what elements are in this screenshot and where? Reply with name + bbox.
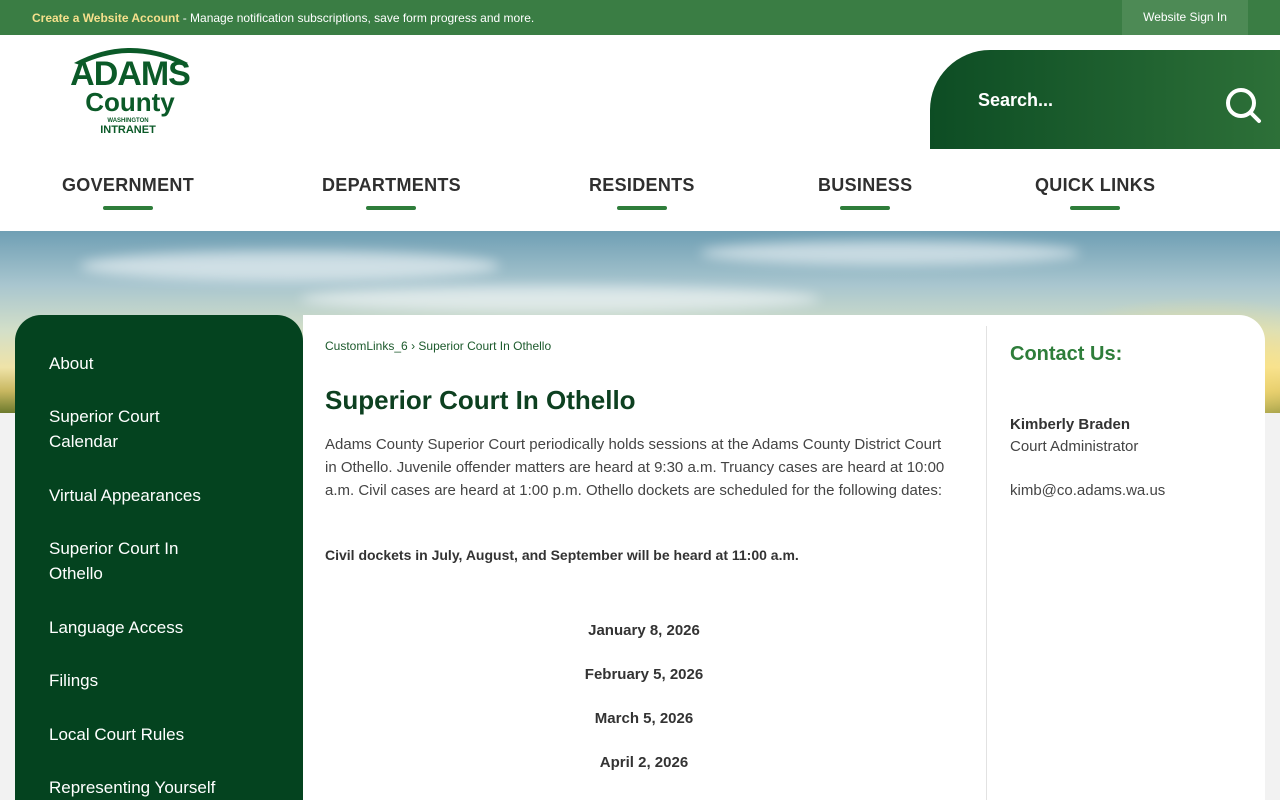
column-divider <box>986 326 987 800</box>
breadcrumb: CustomLinks_6 › Superior Court In Othell… <box>325 339 551 353</box>
nav-quick-links[interactable]: QUICK LINKS <box>1035 175 1155 210</box>
breadcrumb-separator: › <box>411 339 416 353</box>
search-box <box>930 50 1280 149</box>
nav-government[interactable]: GOVERNMENT <box>62 175 194 210</box>
nav-underline <box>1070 206 1121 210</box>
contact-heading: Contact Us: <box>1010 343 1123 365</box>
search-icon[interactable] <box>1224 86 1262 124</box>
search-input[interactable] <box>978 84 1198 116</box>
page-title: Superior Court In Othello <box>325 385 636 415</box>
cloud-streak <box>700 241 1080 265</box>
nav-underline <box>366 206 417 210</box>
sidebar-item-virtual-appearances[interactable]: Virtual Appearances <box>49 483 279 508</box>
nav-label: RESIDENTS <box>589 175 695 195</box>
cloud-streak <box>80 251 500 281</box>
breadcrumb-parent-link[interactable]: CustomLinks_6 <box>325 339 408 353</box>
nav-label: QUICK LINKS <box>1035 175 1156 195</box>
sidebar-item-about[interactable]: About <box>49 351 279 376</box>
docket-date: February 5, 2026 <box>584 666 704 683</box>
sidebar-item-local-court-rules[interactable]: Local Court Rules <box>49 722 279 747</box>
nav-label: DEPARTMENTS <box>322 175 461 195</box>
svg-text:INTRANET: INTRANET <box>100 124 156 136</box>
docket-date: March 5, 2026 <box>594 710 694 727</box>
contact-role: Court Administrator <box>1010 438 1139 455</box>
cloud-streak <box>300 286 820 312</box>
contact-name: Kimberly Braden <box>1010 416 1131 433</box>
nav-underline <box>616 206 667 210</box>
sidebar-item-superior-court-in-othello[interactable]: Superior Court In Othello <box>49 536 219 586</box>
adams-county-logo[interactable]: ADAMS County WASHINGTON INTRANET <box>56 41 204 141</box>
site-header: ADAMS County WASHINGTON INTRANET GOVERNM… <box>0 35 1280 231</box>
account-message: Create a Website Account - Manage notifi… <box>32 11 534 25</box>
nav-departments[interactable]: DEPARTMENTS <box>322 175 461 210</box>
nav-label: BUSINESS <box>818 175 913 195</box>
create-account-link[interactable]: Create a Website Account <box>32 11 179 25</box>
svg-text:County: County <box>85 87 175 117</box>
website-sign-in-button[interactable]: Website Sign In <box>1122 0 1248 35</box>
account-message-text: - Manage notification subscriptions, sav… <box>179 11 535 25</box>
main-content: CustomLinks_6 › Superior Court In Othell… <box>303 315 1265 800</box>
nav-underline <box>103 206 153 210</box>
civil-docket-notice: Civil dockets in July, August, and Septe… <box>325 547 799 563</box>
sidebar-item-representing-yourself[interactable]: Representing Yourself <box>49 775 279 800</box>
docket-date: January 8, 2026 <box>588 622 700 639</box>
contact-email-link[interactable]: kimb@co.adams.wa.us <box>1010 482 1165 499</box>
nav-underline <box>840 206 891 210</box>
top-notification-bar: Create a Website Account - Manage notifi… <box>0 0 1280 35</box>
sidebar-navigation: About Superior Court Calendar Virtual Ap… <box>15 315 303 800</box>
sidebar-item-filings[interactable]: Filings <box>49 668 279 693</box>
nav-business[interactable]: BUSINESS <box>818 175 912 210</box>
page-description: Adams County Superior Court periodically… <box>325 436 945 499</box>
docket-date: April 2, 2026 <box>599 754 689 771</box>
main-navigation: GOVERNMENT DEPARTMENTS RESIDENTS BUSINES… <box>0 175 1280 215</box>
sidebar-item-superior-court-calendar[interactable]: Superior Court Calendar <box>49 404 219 454</box>
sidebar-item-language-access[interactable]: Language Access <box>49 615 279 640</box>
nav-residents[interactable]: RESIDENTS <box>589 175 695 210</box>
breadcrumb-current: Superior Court In Othello <box>418 339 552 353</box>
nav-label: GOVERNMENT <box>62 175 195 195</box>
